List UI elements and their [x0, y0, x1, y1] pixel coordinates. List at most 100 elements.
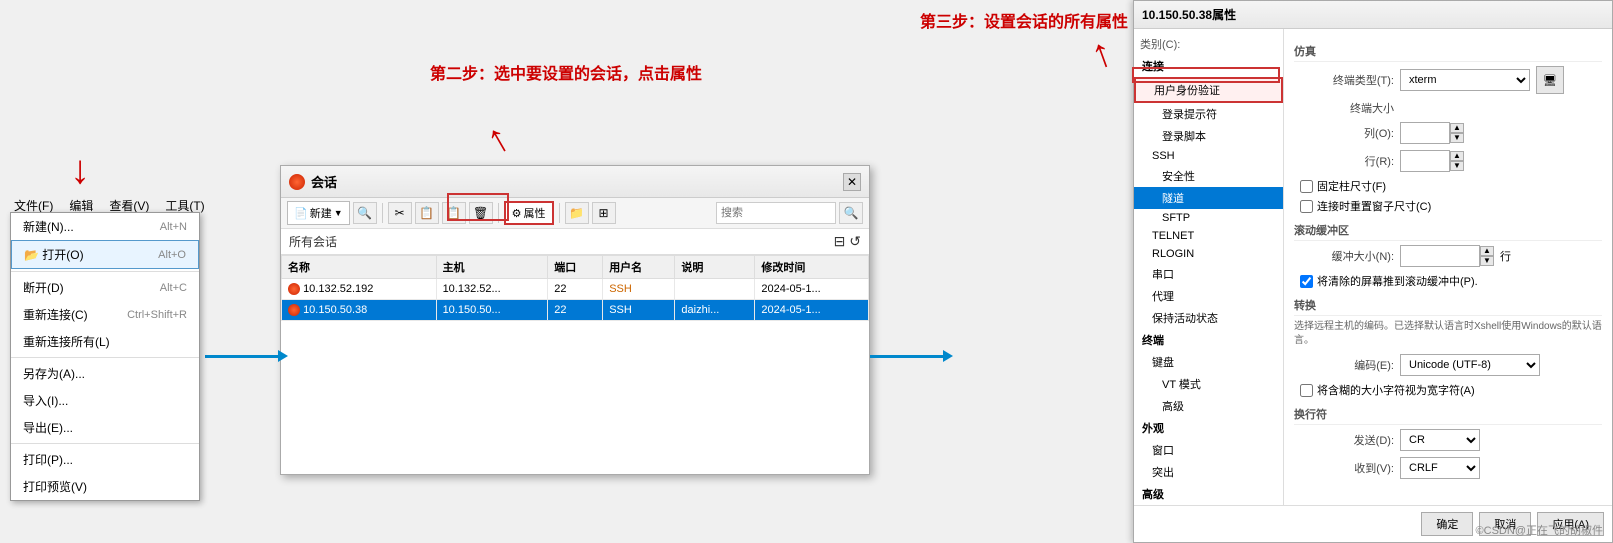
window-close-btn[interactable]: ✕: [843, 173, 861, 191]
sessions-header: 所有会话 ⊟ ↺: [281, 229, 869, 255]
menu-item-disconnect[interactable]: 断开(D) Alt+C: [11, 274, 199, 301]
tb-paste[interactable]: 📋: [442, 202, 466, 224]
tree-tunnel[interactable]: 隧道: [1134, 187, 1283, 209]
wide-char-label: 将含糊的大小字符视为宽字符(A): [1317, 382, 1475, 398]
buffer-input[interactable]: 128000: [1400, 245, 1480, 267]
cols-down[interactable]: ▼: [1450, 133, 1464, 143]
toggle-view-btn[interactable]: ⊟ ↺: [834, 233, 861, 250]
toolbar-sep1: [382, 203, 383, 223]
menu-item-open[interactable]: 📂 打开(O) Alt+O: [11, 240, 199, 269]
row1-modified: 2024-05-1...: [755, 279, 869, 300]
tb-icon1[interactable]: 🔍: [353, 202, 377, 224]
cols-input[interactable]: 80: [1400, 122, 1450, 144]
cols-spinbox: 80 ▲ ▼: [1400, 122, 1464, 144]
tree-login-prompt[interactable]: 登录提示符: [1134, 103, 1283, 125]
buf-down[interactable]: ▼: [1480, 256, 1494, 266]
fixed-col-checkbox[interactable]: [1300, 180, 1313, 193]
tb-delete[interactable]: 🗑: [469, 202, 493, 224]
terminal-type-row: 终端类型(T): xterm 🖥: [1294, 66, 1602, 94]
new-icon: 📄: [294, 207, 308, 220]
menu-item-reconnect[interactable]: 重新连接(C) Ctrl+Shift+R: [11, 301, 199, 328]
session-row-2[interactable]: 10.150.50.38 10.150.50... 22 SSH daizhi.…: [282, 300, 869, 321]
tb-grid[interactable]: ⊞: [592, 202, 616, 224]
session-row-1[interactable]: 10.132.52.192 10.132.52... 22 SSH 2024-0…: [282, 279, 869, 300]
col-user: 用户名: [603, 256, 675, 279]
linebreak-section-title: 换行符: [1294, 406, 1602, 425]
row2-name: 10.150.50.38: [282, 300, 437, 321]
props-titlebar: 10.150.50.38属性: [1134, 1, 1612, 29]
menu-item-new[interactable]: 新建(N)... Alt+N: [11, 213, 199, 240]
terminal-type-label: 终端类型(T):: [1294, 72, 1394, 88]
tree-user-auth[interactable]: 用户身份验证: [1134, 77, 1283, 103]
emulation-section-title: 仿真: [1294, 43, 1602, 62]
clear-screen-row: 将清除的屏幕推到滚动缓冲中(P).: [1294, 273, 1602, 289]
rows-input[interactable]: 24: [1400, 150, 1450, 172]
tree-keyboard[interactable]: 键盘: [1134, 351, 1283, 373]
tree-connection[interactable]: 连接: [1134, 55, 1283, 77]
send-label: 发送(D):: [1294, 432, 1394, 448]
terminal-size-label: 终端大小: [1294, 100, 1394, 116]
red-arrow-step2: ↓: [480, 118, 520, 167]
menu-item-reconnect-all[interactable]: 重新连接所有(L): [11, 328, 199, 355]
properties-btn[interactable]: ⚙ 属性: [504, 201, 554, 225]
tb-cut[interactable]: ✂: [388, 202, 412, 224]
reset-on-connect-label: 连接时重置窗子尺寸(C): [1317, 198, 1431, 214]
encoding-select[interactable]: Unicode (UTF-8): [1400, 354, 1540, 376]
rows-down[interactable]: ▼: [1450, 161, 1464, 171]
terminal-type-select[interactable]: xterm: [1400, 69, 1530, 91]
buffer-size-row: 缓冲大小(N): 128000 ▲ ▼ 行: [1294, 245, 1602, 267]
tree-rlogin[interactable]: RLOGIN: [1134, 245, 1283, 263]
search-input[interactable]: [716, 202, 836, 224]
menu-item-saveas[interactable]: 另存为(A)...: [11, 360, 199, 387]
tree-window[interactable]: 窗口: [1134, 439, 1283, 461]
tree-vt-mode[interactable]: VT 模式: [1134, 373, 1283, 395]
cols-label: 列(O):: [1294, 125, 1394, 141]
props-tree: 类别(C): 连接 用户身份验证 登录提示符 登录脚本 SSH 安全性 隧道 S…: [1134, 29, 1284, 505]
tree-keepalive[interactable]: 保持活动状态: [1134, 307, 1283, 329]
tree-advanced-top[interactable]: 高级: [1134, 483, 1283, 505]
tree-highlight[interactable]: 突出: [1134, 461, 1283, 483]
red-arrow-step3: ↓: [1086, 33, 1120, 82]
wide-char-checkbox[interactable]: [1300, 384, 1313, 397]
tree-ssh[interactable]: SSH: [1134, 147, 1283, 165]
row2-host: 10.150.50...: [436, 300, 548, 321]
rows-up[interactable]: ▲: [1450, 151, 1464, 161]
search-btn[interactable]: 🔍: [839, 202, 863, 224]
ok-btn[interactable]: 确定: [1421, 512, 1473, 536]
cols-row: 列(O): 80 ▲ ▼: [1294, 122, 1602, 144]
tree-serial[interactable]: 串口: [1134, 263, 1283, 285]
terminal-icon-btn[interactable]: 🖥: [1536, 66, 1564, 94]
tb-copy[interactable]: 📋: [415, 202, 439, 224]
cols-up[interactable]: ▲: [1450, 123, 1464, 133]
tree-sftp[interactable]: SFTP: [1134, 209, 1283, 227]
menu-item-print[interactable]: 打印(P)...: [11, 446, 199, 473]
encoding-label: 编码(E):: [1294, 357, 1394, 373]
buffer-spinbox: 128000 ▲ ▼: [1400, 245, 1494, 267]
tree-proxy[interactable]: 代理: [1134, 285, 1283, 307]
tb-folder[interactable]: 📁: [565, 202, 589, 224]
menu-item-export[interactable]: 导出(E)...: [11, 414, 199, 441]
menu-item-import[interactable]: 导入(I)...: [11, 387, 199, 414]
recv-select[interactable]: CRLF: [1400, 457, 1480, 479]
reset-on-connect-checkbox[interactable]: [1300, 200, 1313, 213]
tree-advanced[interactable]: 高级: [1134, 395, 1283, 417]
row2-modified: 2024-05-1...: [755, 300, 869, 321]
tree-appearance[interactable]: 外观: [1134, 417, 1283, 439]
tree-login-script[interactable]: 登录脚本: [1134, 125, 1283, 147]
cols-spinbtns: ▲ ▼: [1450, 123, 1464, 143]
conversion-section-title: 转换: [1294, 297, 1602, 316]
tree-terminal[interactable]: 终端: [1134, 329, 1283, 351]
tree-security[interactable]: 安全性: [1134, 165, 1283, 187]
buf-up[interactable]: ▲: [1480, 246, 1494, 256]
send-select[interactable]: CR: [1400, 429, 1480, 451]
tree-telnet[interactable]: TELNET: [1134, 227, 1283, 245]
menu-item-print-preview[interactable]: 打印预览(V): [11, 473, 199, 500]
sessions-table: 名称 主机 端口 用户名 说明 修改时间 10.132.52.192 10.13…: [281, 255, 869, 321]
clear-screen-checkbox[interactable]: [1300, 275, 1313, 288]
sessions-table-container: 名称 主机 端口 用户名 说明 修改时间 10.132.52.192 10.13…: [281, 255, 869, 321]
category-label: 类别(C):: [1134, 33, 1283, 55]
sessions-window: 会话 ✕ 📄 新建 ▼ 🔍 ✂ 📋 📋 🗑 ⚙ 属性 📁 ⊞ 🔍 所有会话 ⊟ …: [280, 165, 870, 475]
new-session-btn[interactable]: 📄 新建 ▼: [287, 201, 350, 225]
col-port: 端口: [548, 256, 603, 279]
sep3: [11, 443, 199, 444]
